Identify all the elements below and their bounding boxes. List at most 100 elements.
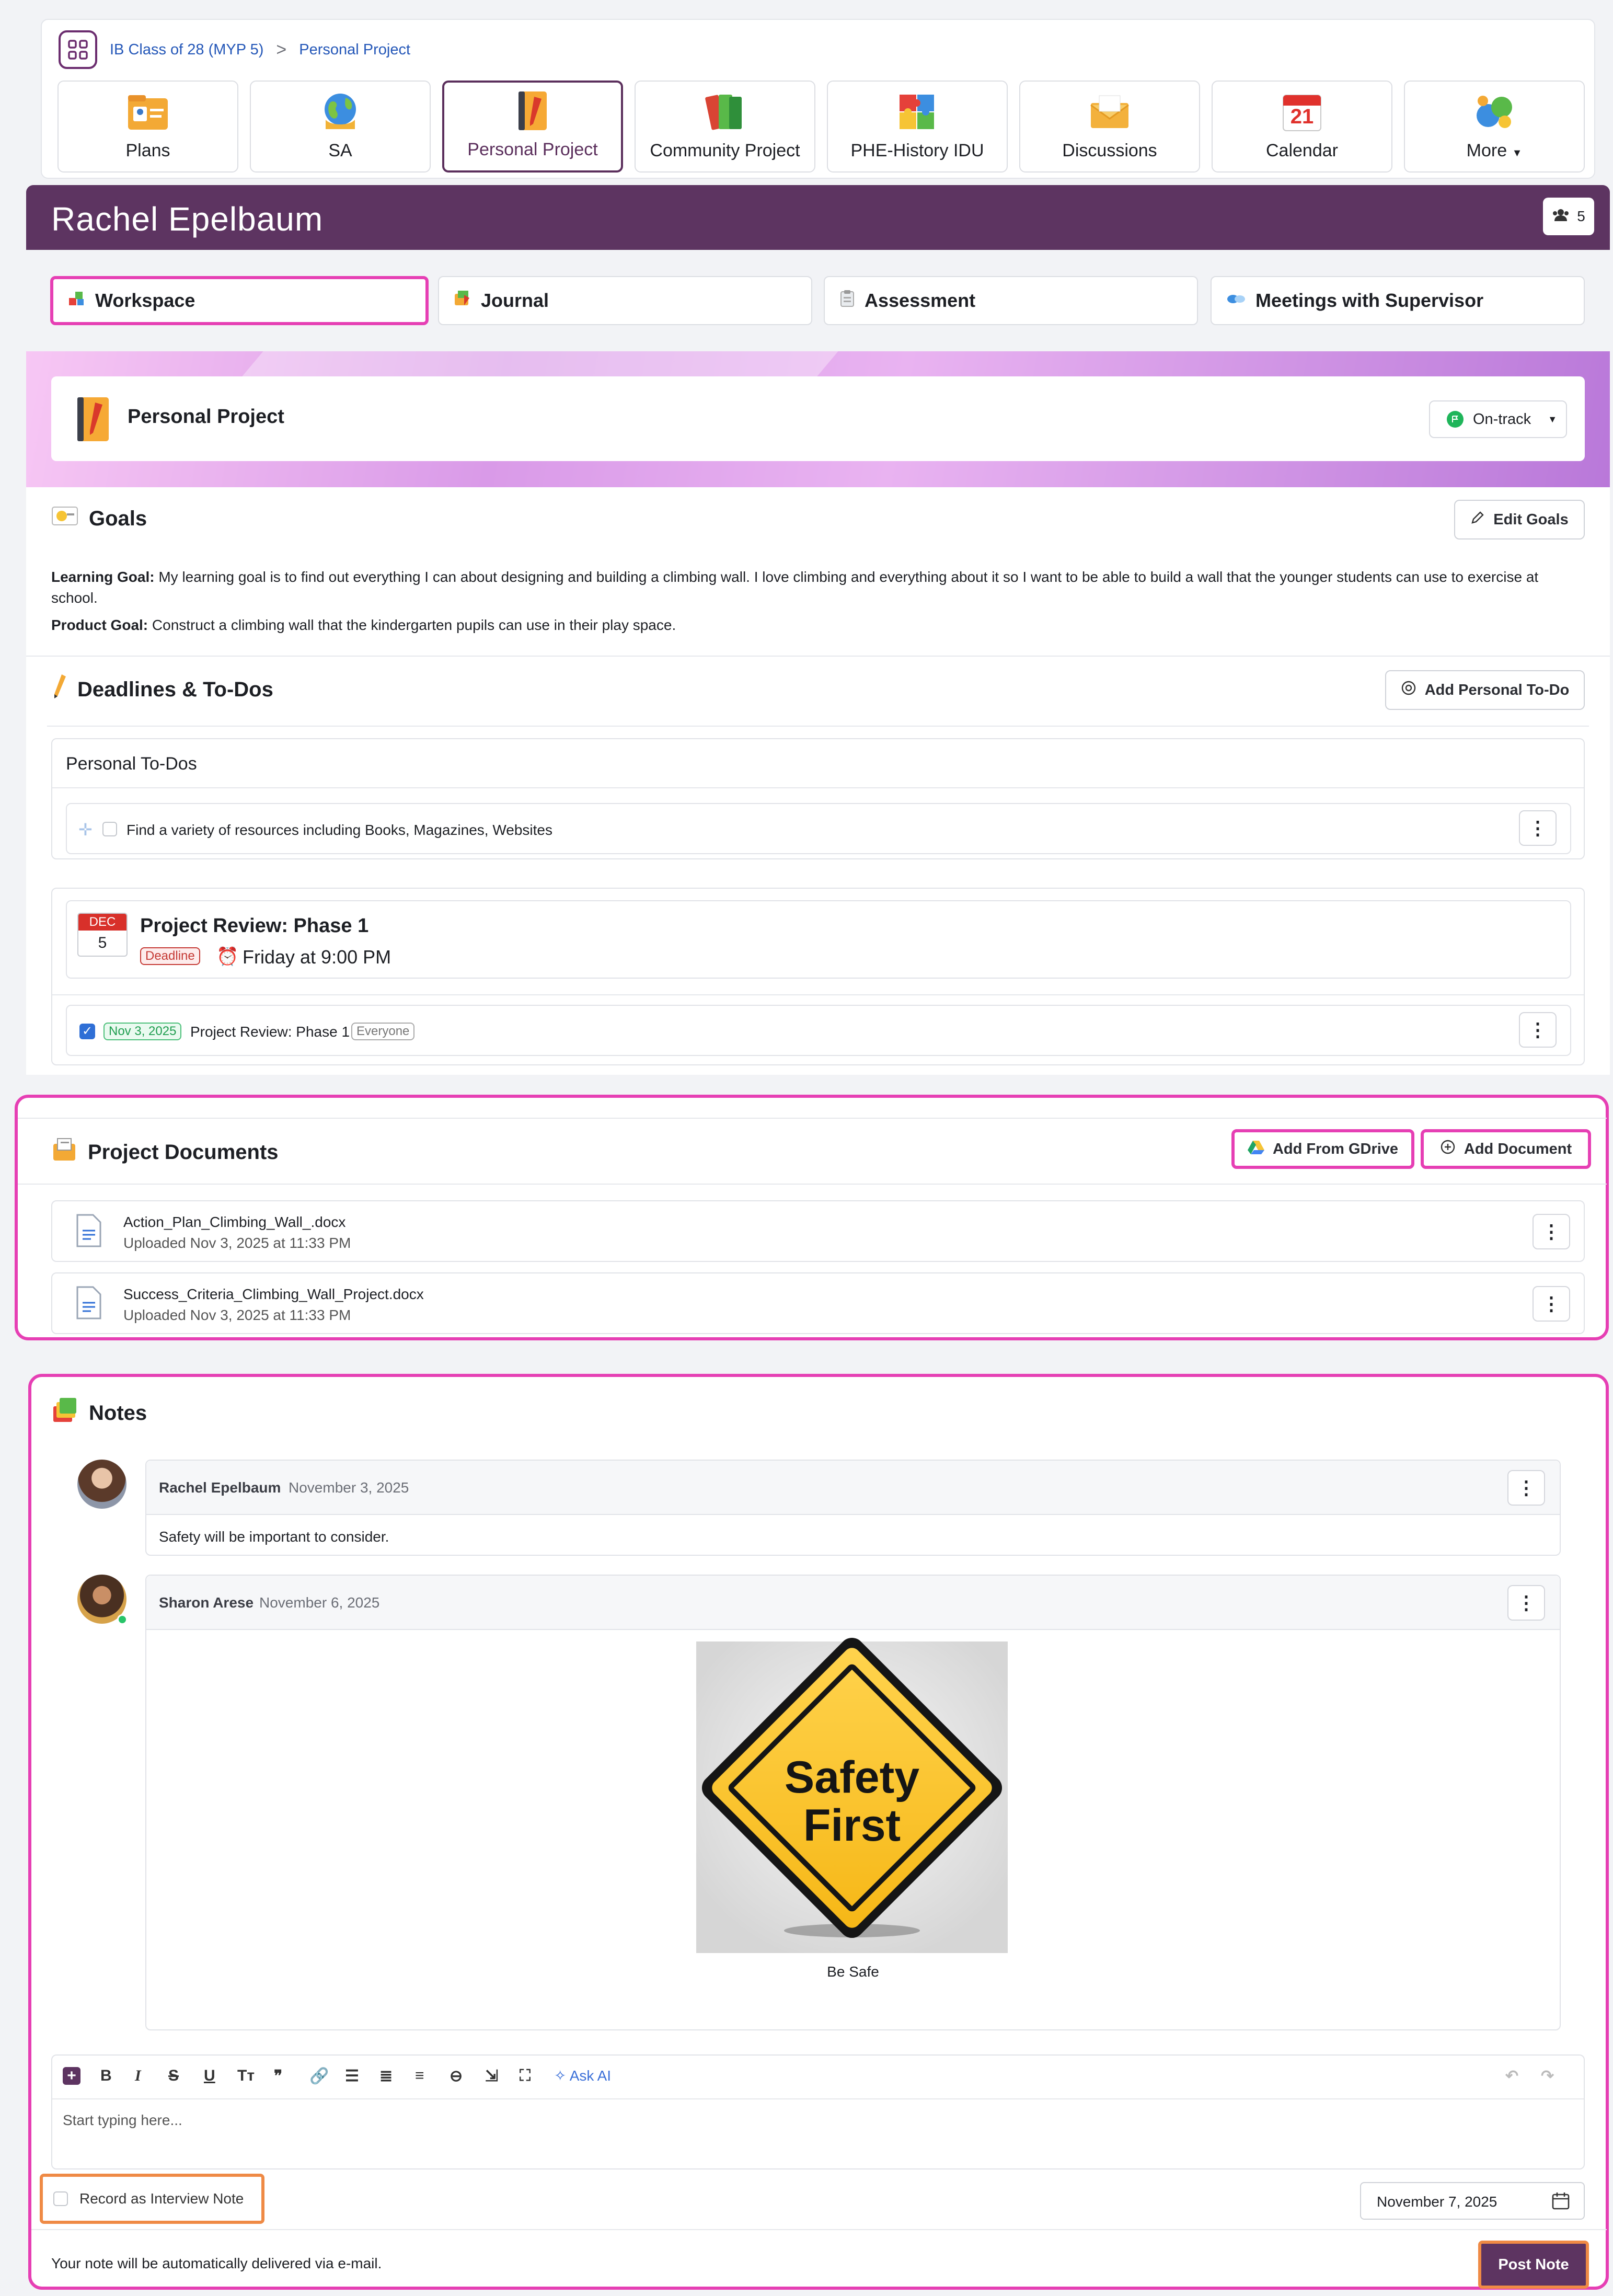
apps-grid-icon[interactable] bbox=[59, 30, 97, 69]
italic-icon[interactable]: I bbox=[135, 2067, 141, 2085]
pencil-icon bbox=[1470, 510, 1485, 529]
event-day: 5 bbox=[98, 934, 107, 951]
todo-item: ✛ Find a variety of resources including … bbox=[66, 803, 1571, 854]
image-caption: Be Safe bbox=[827, 1964, 879, 1980]
document-name: Action_Plan_Climbing_Wall_.docx bbox=[123, 1214, 346, 1230]
quote-icon[interactable]: ❞ bbox=[274, 2067, 282, 2085]
underline-icon[interactable]: U bbox=[204, 2067, 215, 2085]
sparkle-icon: ✧ bbox=[554, 2068, 567, 2084]
document-menu-button[interactable]: ⋮ bbox=[1533, 1286, 1570, 1322]
clipboard-icon bbox=[839, 290, 855, 312]
note-text: Safety will be important to consider. bbox=[159, 1529, 389, 1545]
add-personal-todo-button[interactable]: Add Personal To-Do bbox=[1385, 670, 1585, 710]
todo-menu-button[interactable]: ⋮ bbox=[1519, 810, 1557, 846]
nav-tab-plans[interactable]: Plans bbox=[57, 81, 238, 173]
date-value: November 7, 2025 bbox=[1377, 2194, 1497, 2210]
note-author: Sharon Arese bbox=[159, 1594, 254, 1611]
personal-todos-header: Personal To-Dos bbox=[66, 754, 197, 774]
divider bbox=[31, 2229, 1607, 2230]
note-editor: + B I S U Tт ❞ 🔗 ☰ ≣ ≡ ⊖ ⇲ ⛶ ✧ Ask AI ↶ … bbox=[51, 2054, 1585, 2169]
subtab-workspace[interactable]: Workspace bbox=[50, 276, 429, 325]
add-block-icon[interactable]: + bbox=[63, 2067, 80, 2085]
drag-handle-icon[interactable]: ✛ bbox=[78, 820, 93, 840]
text-size-icon[interactable]: Tт bbox=[237, 2067, 255, 2085]
document-menu-button[interactable]: ⋮ bbox=[1533, 1214, 1570, 1249]
email-notice: Your note will be automatically delivere… bbox=[51, 2255, 382, 2271]
project-title: Personal Project bbox=[128, 406, 284, 428]
add-document-button[interactable]: Add Document bbox=[1421, 1129, 1591, 1169]
project-notebook-icon bbox=[73, 395, 113, 446]
todo-checkbox[interactable] bbox=[102, 822, 117, 836]
members-button[interactable]: 5 bbox=[1543, 198, 1594, 235]
chevron-down-icon: ▼ bbox=[1548, 414, 1558, 424]
align-icon[interactable]: ≡ bbox=[415, 2067, 424, 2085]
breadcrumb-separator: > bbox=[276, 39, 287, 60]
ask-ai-button[interactable]: ✧ Ask AI bbox=[554, 2067, 611, 2084]
nav-tabs: Plans SA Personal Project Community Proj… bbox=[57, 81, 1585, 173]
product-goal: Product Goal: Construct a climbing wall … bbox=[51, 617, 676, 634]
bold-icon[interactable]: B bbox=[100, 2067, 112, 2085]
status-dropdown[interactable]: On-track ▼ bbox=[1429, 400, 1567, 438]
student-header: Rachel Epelbaum 5 bbox=[26, 185, 1610, 250]
divider bbox=[52, 994, 1584, 995]
interview-note-checkbox[interactable] bbox=[53, 2191, 68, 2206]
task-checkbox-checked[interactable]: ✓ bbox=[79, 1024, 95, 1039]
note-author: Rachel Epelbaum bbox=[159, 1479, 281, 1496]
goals-title: Goals bbox=[89, 507, 147, 530]
calendar-icon[interactable] bbox=[1551, 2191, 1570, 2213]
event-month: DEC bbox=[78, 914, 126, 931]
subtab-label: Journal bbox=[481, 290, 549, 311]
status-label: On-track bbox=[1473, 410, 1531, 428]
note-menu-button[interactable]: ⋮ bbox=[1507, 1585, 1545, 1621]
nav-tab-community-project[interactable]: Community Project bbox=[635, 81, 815, 173]
todo-text: Find a variety of resources including Bo… bbox=[126, 822, 552, 838]
deadlines-card: DEC 5 Project Review: Phase 1 Deadline ⏰… bbox=[51, 888, 1585, 1065]
edit-goals-button[interactable]: Edit Goals bbox=[1454, 500, 1585, 539]
subtab-assessment[interactable]: Assessment bbox=[824, 276, 1198, 325]
document-item[interactable]: Action_Plan_Climbing_Wall_.docx Uploaded… bbox=[51, 1200, 1585, 1262]
post-note-button[interactable]: Post Note bbox=[1478, 2241, 1589, 2289]
nav-tab-more[interactable]: More ▼ bbox=[1404, 81, 1585, 173]
add-from-gdrive-button[interactable]: Add From GDrive bbox=[1231, 1129, 1414, 1169]
add-document-label: Add Document bbox=[1464, 1140, 1572, 1157]
breadcrumb-current-link[interactable]: Personal Project bbox=[299, 41, 410, 59]
document-item[interactable]: Success_Criteria_Climbing_Wall_Project.d… bbox=[51, 1272, 1585, 1334]
editor-toolbar: + B I S U Tт ❞ 🔗 ☰ ≣ ≡ ⊖ ⇲ ⛶ ✧ Ask AI ↶ … bbox=[63, 2067, 1568, 2088]
safety-first-image[interactable]: Safety First bbox=[696, 1633, 1008, 1953]
horizontal-rule-icon[interactable]: ⊖ bbox=[450, 2067, 463, 2085]
deadlines-section: Deadlines & To-Dos Add Personal To-Do Pe… bbox=[26, 657, 1610, 1075]
nav-tab-sa[interactable]: SA bbox=[250, 81, 431, 173]
redo-icon[interactable]: ↷ bbox=[1541, 2067, 1554, 2085]
note-date-picker[interactable]: November 7, 2025 bbox=[1360, 2182, 1585, 2220]
breadcrumb-class-link[interactable]: IB Class of 28 (MYP 5) bbox=[110, 41, 263, 59]
numbered-list-icon[interactable]: ≣ bbox=[379, 2067, 393, 2085]
divider bbox=[47, 726, 1589, 727]
goals-icon bbox=[51, 505, 78, 532]
envelope-icon bbox=[1086, 90, 1133, 133]
event-item[interactable]: DEC 5 Project Review: Phase 1 Deadline ⏰… bbox=[66, 900, 1571, 979]
subtab-journal[interactable]: Journal bbox=[438, 276, 812, 325]
bullet-list-icon[interactable]: ☰ bbox=[345, 2067, 359, 2085]
puzzle-icon bbox=[894, 90, 941, 133]
task-menu-button[interactable]: ⋮ bbox=[1519, 1012, 1557, 1048]
nav-tab-calendar[interactable]: 21 Calendar bbox=[1212, 81, 1392, 173]
collapse-icon[interactable]: ⇲ bbox=[485, 2067, 498, 2085]
note-menu-button[interactable]: ⋮ bbox=[1507, 1470, 1545, 1506]
nav-tab-personal-project[interactable]: Personal Project bbox=[442, 81, 623, 173]
goals-section: Goals Edit Goals Learning Goal: My learn… bbox=[26, 487, 1610, 656]
nav-tab-phe-history-idu[interactable]: PHE-History IDU bbox=[827, 81, 1008, 173]
editor-input[interactable]: Start typing here... bbox=[63, 2112, 1568, 2159]
subtab-meetings[interactable]: Meetings with Supervisor bbox=[1211, 276, 1585, 325]
interview-note-option[interactable]: Record as Interview Note bbox=[40, 2174, 264, 2224]
nav-tab-discussions[interactable]: Discussions bbox=[1019, 81, 1200, 173]
audience-tag: Everyone bbox=[351, 1023, 415, 1040]
nav-tab-label: SA bbox=[328, 141, 352, 160]
undo-icon[interactable]: ↶ bbox=[1505, 2067, 1518, 2085]
link-icon[interactable]: 🔗 bbox=[309, 2067, 329, 2085]
strikethrough-icon[interactable]: S bbox=[168, 2067, 179, 2085]
notes-section: Notes Rachel Epelbaum November 3, 2025 ⋮… bbox=[28, 1374, 1609, 2290]
journal-icon bbox=[454, 290, 471, 312]
doc-file-icon bbox=[75, 1285, 102, 1323]
personal-todos-card: Personal To-Dos ✛ Find a variety of reso… bbox=[51, 738, 1585, 859]
fullscreen-icon[interactable]: ⛶ bbox=[520, 2067, 531, 2085]
